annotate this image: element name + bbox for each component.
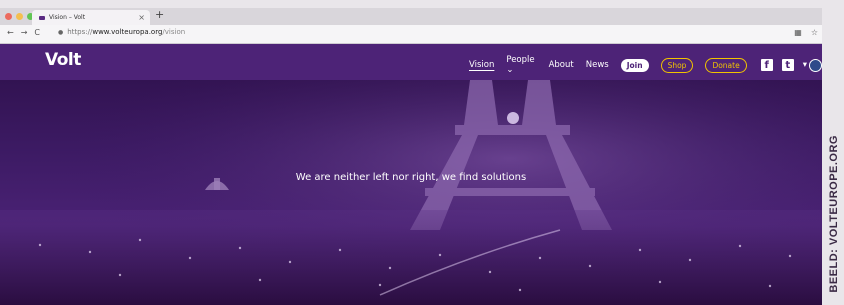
paris-night-skyline-image <box>0 80 822 305</box>
minimize-window-button[interactable] <box>16 13 23 20</box>
donate-button[interactable]: Donate <box>705 57 747 73</box>
url-scheme: https:// <box>67 28 93 36</box>
tab-close-icon[interactable]: × <box>138 13 145 22</box>
credit-strip: BEELD: VOLTEUROPE.ORG <box>822 0 844 305</box>
image-credit: BEELD: VOLTEUROPE.ORG <box>828 135 840 293</box>
browser-tab-bar: Vision – Volt × + <box>0 8 822 25</box>
url-field[interactable]: ● https:// www.volteuropa.org /vision <box>58 28 185 36</box>
site-header: Volt Vision People ⌄ About News Join Sho… <box>0 44 822 80</box>
nav-news[interactable]: News <box>586 60 609 70</box>
chevron-down-icon: ⌄ <box>506 65 514 75</box>
url-domain: www.volteuropa.org <box>92 28 163 36</box>
nav-people[interactable]: People ⌄ <box>506 55 536 75</box>
language-selector[interactable]: ▾ <box>802 58 822 72</box>
nav-about[interactable]: About <box>549 60 574 70</box>
globe-icon <box>809 58 822 72</box>
back-icon[interactable]: ← <box>7 28 14 37</box>
hero-banner: We are neither left nor right, we find s… <box>0 80 822 305</box>
volt-logo[interactable]: Volt <box>45 50 81 70</box>
facebook-icon[interactable]: f <box>760 59 773 71</box>
caret-down-icon: ▾ <box>802 60 807 70</box>
browser-address-bar: ← → C ● https:// www.volteuropa.org /vis… <box>0 25 844 44</box>
translate-icon[interactable]: ▦ <box>794 28 802 37</box>
browser-tab[interactable]: Vision – Volt × <box>32 10 150 25</box>
tab-title: Vision – Volt <box>49 14 86 21</box>
close-window-button[interactable] <box>5 13 12 20</box>
nav-vision[interactable]: Vision <box>469 60 494 70</box>
nav-people-label: People <box>506 55 535 65</box>
volt-favicon-icon <box>39 15 45 20</box>
bookmark-star-icon[interactable]: ☆ <box>811 28 818 37</box>
hero-tagline: We are neither left nor right, we find s… <box>295 172 527 183</box>
main-nav: Vision People ⌄ About News Join Shop Don… <box>469 55 822 75</box>
twitter-icon[interactable]: t <box>781 59 794 71</box>
shop-button[interactable]: Shop <box>660 57 694 73</box>
window-controls <box>5 13 34 20</box>
url-path: /vision <box>162 28 186 36</box>
new-tab-button[interactable]: + <box>155 8 164 21</box>
join-button[interactable]: Join <box>620 58 649 72</box>
screenshot: Vision – Volt × + ← → C ● https:// www.v… <box>0 0 844 305</box>
lock-icon: ● <box>58 28 64 36</box>
forward-icon[interactable]: → <box>21 28 28 37</box>
reload-icon[interactable]: C <box>34 28 40 37</box>
